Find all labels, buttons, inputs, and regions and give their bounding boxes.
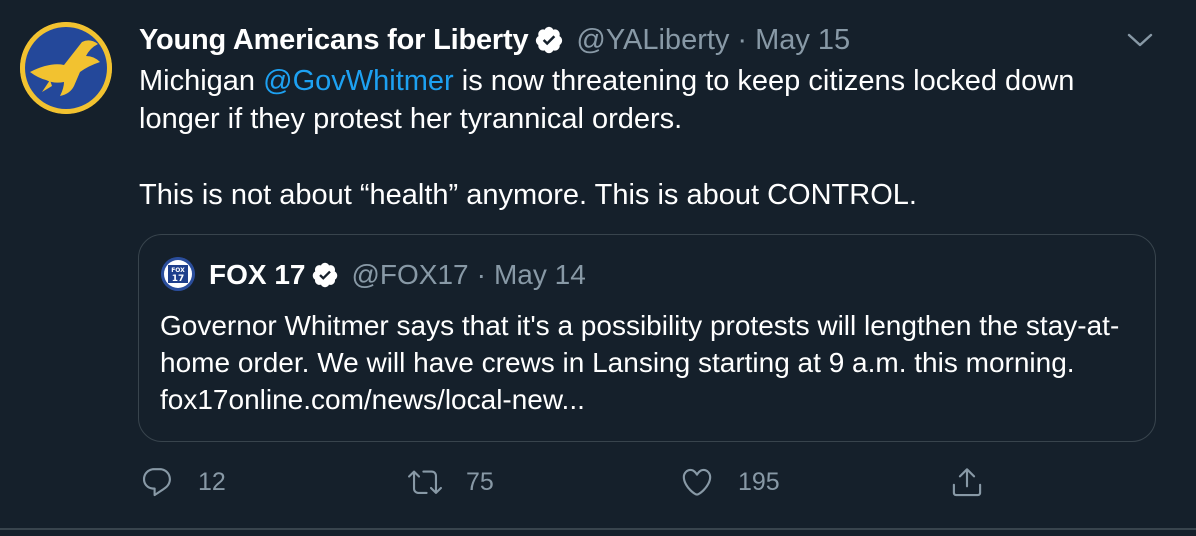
verified-badge-icon [313, 262, 338, 288]
separator: · [476, 259, 486, 290]
quoted-text: Governor Whitmer says that it's a possib… [160, 310, 1120, 415]
tweet-paragraph-2: This is not about “health” anymore. This… [139, 179, 917, 211]
divider [0, 528, 1196, 530]
reply-button[interactable]: 12 [140, 460, 226, 504]
verified-badge-icon [536, 26, 563, 54]
like-count: 195 [738, 467, 780, 496]
tweet[interactable]: Young Americans for Liberty @YALiberty ·… [0, 0, 1196, 536]
quoted-header: FOX 17 @FOX17 · May 14 [209, 255, 586, 295]
quoted-timestamp[interactable]: May 14 [494, 259, 586, 291]
action-bar: 12 75 195 [138, 460, 1138, 504]
retweet-button[interactable]: 75 [408, 460, 494, 504]
timestamp[interactable]: May 15 [755, 24, 850, 57]
svg-text:17: 17 [172, 274, 185, 284]
reply-count: 12 [198, 467, 226, 496]
retweet-icon [408, 470, 442, 494]
tweet-text: Michigan @GovWhitmer is now threatening … [139, 62, 1159, 214]
retweet-count: 75 [466, 467, 494, 496]
quoted-tweet[interactable]: FOX 17 FOX 17 @FOX17 · May 14 Governor W… [138, 234, 1156, 442]
display-name[interactable]: Young Americans for Liberty [139, 24, 529, 57]
quoted-avatar[interactable]: FOX 17 [161, 257, 195, 291]
separator: · [737, 23, 748, 56]
tweet-header: Young Americans for Liberty @YALiberty ·… [139, 20, 850, 60]
quoted-display-name[interactable]: FOX 17 [209, 259, 305, 291]
eagle-logo [20, 22, 112, 114]
handle[interactable]: @YALiberty [576, 24, 729, 57]
like-button[interactable]: 195 [680, 460, 780, 504]
tweet-paragraph-1: Michigan @GovWhitmer is now threatening … [139, 62, 1159, 138]
share-icon [952, 468, 982, 497]
svg-text:FOX: FOX [171, 267, 185, 274]
mention-link[interactable]: @GovWhitmer [263, 65, 454, 97]
like-icon [682, 468, 712, 496]
avatar[interactable] [20, 22, 112, 114]
fox17-logo: FOX 17 [161, 257, 195, 291]
chevron-down-icon[interactable] [1124, 28, 1156, 52]
share-button[interactable] [950, 460, 984, 504]
tweet-text-part: Michigan [139, 65, 264, 97]
reply-icon [142, 468, 171, 497]
quoted-handle[interactable]: @FOX17 [351, 259, 468, 291]
